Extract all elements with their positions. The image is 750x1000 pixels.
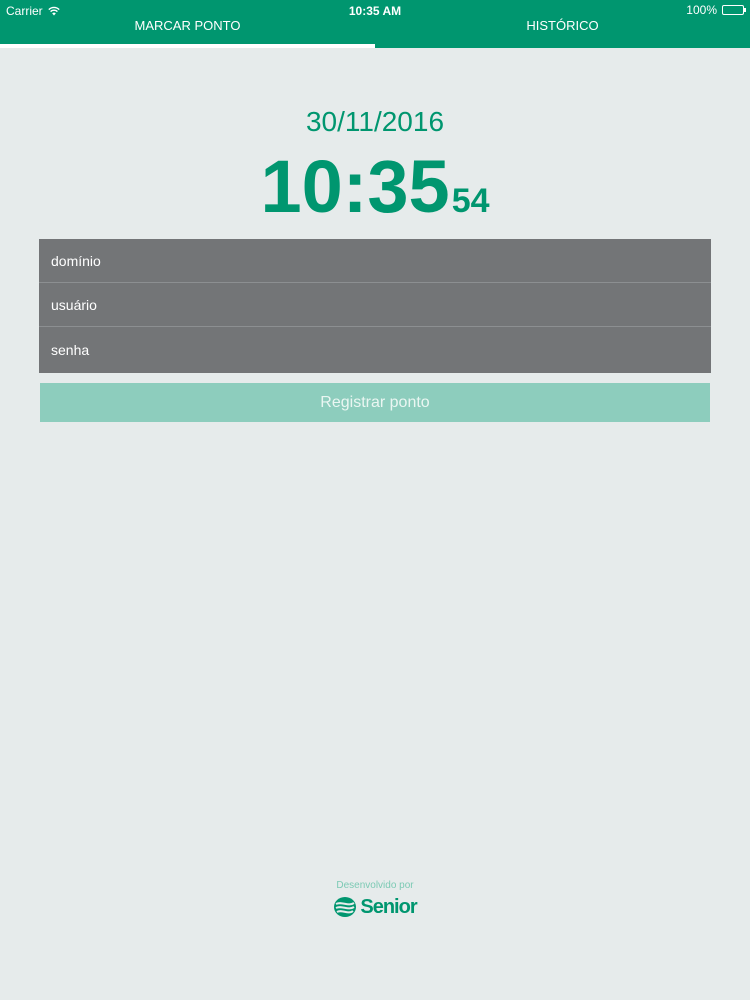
domain-input[interactable] xyxy=(39,239,711,282)
register-punch-button[interactable]: Registrar ponto xyxy=(40,383,710,422)
tab-historico[interactable]: HISTÓRICO xyxy=(375,14,750,48)
senior-logo: Senior xyxy=(0,895,750,919)
time-seconds: 54 xyxy=(451,182,490,220)
current-time: 10:3554 xyxy=(0,144,750,229)
developed-by-label: Desenvolvido por xyxy=(336,880,414,891)
tab-label: MARCAR PONTO xyxy=(134,18,241,33)
tab-bar: MARCAR PONTO HISTÓRICO xyxy=(0,14,750,48)
username-input[interactable] xyxy=(39,283,711,326)
current-date: 30/11/2016 xyxy=(305,106,445,137)
top-bar: Carrier 10:35 AM 100% MARCAR PONTO HISTÓ… xyxy=(0,0,750,48)
senior-logo-icon xyxy=(334,897,357,917)
active-tab-indicator xyxy=(0,44,375,48)
time-hours-minutes: 10:35 xyxy=(260,145,450,228)
login-form xyxy=(39,239,711,373)
password-input[interactable] xyxy=(39,327,711,373)
tab-marcar-ponto[interactable]: MARCAR PONTO xyxy=(0,14,375,48)
senior-logo-text: Senior xyxy=(360,895,417,918)
footer: Desenvolvido por Senior xyxy=(0,880,750,919)
tab-label: HISTÓRICO xyxy=(526,18,599,33)
user-field-row xyxy=(39,283,711,327)
domain-field-row xyxy=(39,239,711,283)
password-field-row xyxy=(39,327,711,373)
